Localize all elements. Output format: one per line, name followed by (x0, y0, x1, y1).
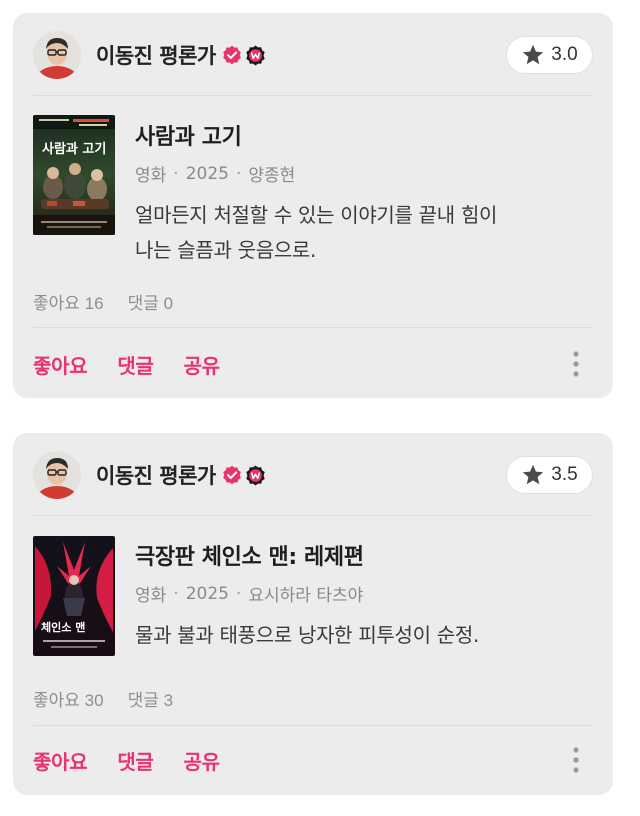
avatar[interactable] (33, 451, 81, 499)
rating-value: 3.0 (551, 44, 578, 65)
poster-title: 사람과 고기 (42, 141, 106, 157)
like-button[interactable]: 좋아요 (33, 746, 88, 775)
like-count: 좋아요 16 (33, 294, 104, 313)
divider (33, 95, 593, 96)
comment-button[interactable]: 댓글 (117, 350, 154, 379)
meta-separator: · (235, 583, 242, 604)
meta-separator: · (173, 163, 179, 184)
review-text[interactable]: 얼마든지 처절할 수 있는 이야기를 끝내 힘이 나는 슬픔과 웃음으로. (135, 198, 573, 268)
review-card: 이동진 평론가 (13, 13, 613, 398)
movie-info: 사람과 고기 영화 · 2025 · 양종현 얼마든지 처절할 수 있는 이야기… (135, 119, 573, 268)
verified-check-icon (222, 45, 242, 65)
review-text-line: 나는 슬픔과 웃음으로. (135, 238, 317, 262)
like-button[interactable]: 좋아요 (33, 350, 88, 379)
comment-button[interactable]: 댓글 (117, 746, 154, 775)
author-line: 이동진 평론가 (96, 42, 266, 68)
like-count: 좋아요 30 (33, 691, 104, 710)
review-feed: 이동진 평론가 3.0 사람과 고기 사람과 고기 영화 · 2025 · 양종… (0, 0, 640, 816)
movie-poster[interactable]: 사람과 고기 (33, 115, 115, 235)
review-counts: 좋아요 30 댓글 3 (33, 686, 173, 711)
author-line: 이동진 평론가 (96, 462, 266, 488)
author-name[interactable]: 이동진 평론가 (96, 40, 216, 70)
review-counts: 좋아요 16 댓글 0 (33, 289, 173, 314)
divider (33, 515, 593, 516)
star-icon (521, 43, 545, 67)
rating-pill: 3.5 (506, 456, 593, 494)
divider (33, 327, 593, 328)
author-name[interactable]: 이동진 평론가 (96, 460, 216, 490)
movie-director: 요시하라 타츠야 (248, 586, 364, 606)
movie-title[interactable]: 사람과 고기 (135, 119, 573, 151)
rating-pill: 3.0 (506, 36, 593, 74)
movie-meta: 영화 · 2025 · 요시하라 타츠야 (135, 581, 573, 607)
review-actions: 좋아요 댓글 공유 (33, 745, 593, 775)
movie-category: 영화 (135, 166, 167, 186)
more-vertical-icon[interactable] (571, 349, 581, 379)
movie-category: 영화 (135, 586, 167, 606)
movie-year: 2025 (185, 163, 229, 184)
review-text[interactable]: 물과 불과 태풍으로 낭자한 피투성이 순정. (135, 618, 573, 653)
divider (33, 725, 593, 726)
meta-separator: · (235, 163, 242, 184)
avatar[interactable] (33, 31, 81, 79)
star-icon (521, 463, 545, 487)
poster-title: 체인소 맨 (41, 620, 85, 634)
movie-title[interactable]: 극장판 체인소 맨: 레제편 (135, 539, 573, 571)
meta-separator: · (173, 583, 179, 604)
review-actions: 좋아요 댓글 공유 (33, 349, 593, 379)
share-button[interactable]: 공유 (184, 746, 221, 775)
review-card: 이동진 평론가 (13, 433, 613, 795)
movie-info: 극장판 체인소 맨: 레제편 영화 · 2025 · 요시하라 타츠야 물과 불… (135, 539, 573, 653)
comment-count: 댓글 3 (127, 691, 174, 710)
watcha-w-badge-icon (245, 465, 266, 486)
more-vertical-icon[interactable] (571, 745, 581, 775)
review-text-line: 얼마든지 처절할 수 있는 이야기를 끝내 힘이 (135, 203, 498, 227)
movie-meta: 영화 · 2025 · 양종현 (135, 161, 573, 187)
verified-check-icon (222, 465, 242, 485)
review-header: 이동진 평론가 (33, 451, 593, 501)
comment-count: 댓글 0 (127, 294, 174, 313)
rating-value: 3.5 (551, 464, 578, 485)
share-button[interactable]: 공유 (184, 350, 221, 379)
movie-director: 양종현 (248, 166, 296, 186)
review-text-line: 물과 불과 태풍으로 낭자한 피투성이 순정. (135, 623, 480, 647)
review-header: 이동진 평론가 (33, 31, 593, 81)
watcha-w-badge-icon (245, 45, 266, 66)
movie-poster[interactable]: 체인소 맨 (33, 536, 115, 656)
movie-year: 2025 (185, 583, 229, 604)
